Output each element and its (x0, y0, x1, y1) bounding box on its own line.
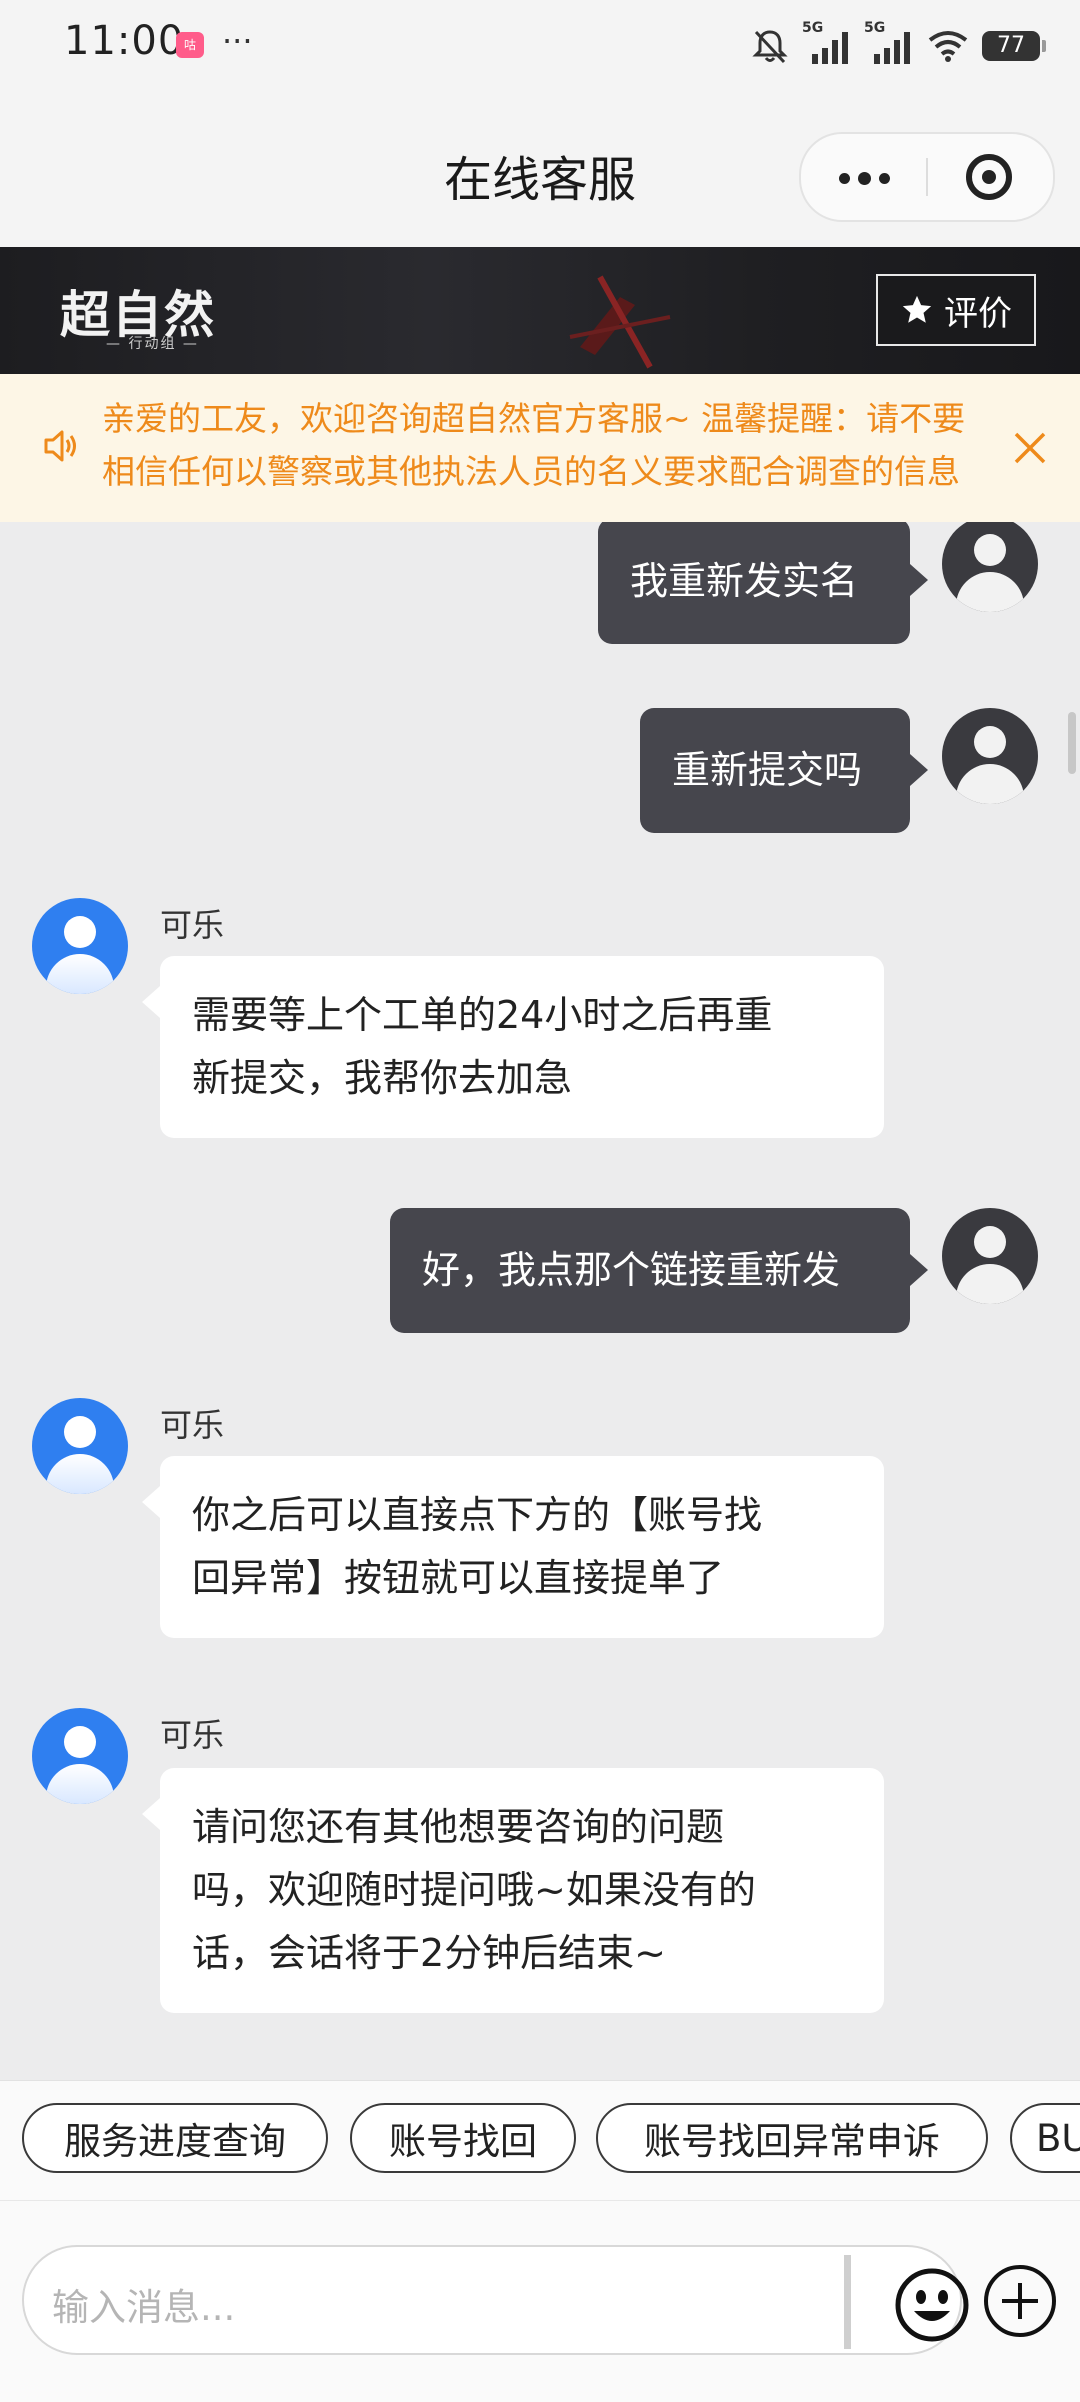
quick-reply-label: 账号找回 (389, 2120, 537, 2163)
message-text: 好，我点那个链接重新发 (422, 1248, 841, 1292)
more-icon-dot (858, 172, 871, 185)
message-text: 我重新发实名 (630, 558, 859, 603)
avatar-body (46, 1764, 114, 1804)
status-time: 11:00 (64, 18, 185, 64)
message-line: 你之后可以直接点下方的【账号找 (192, 1493, 763, 1537)
quick-reply-account-recovery[interactable]: 账号找回 (350, 2103, 576, 2173)
input-bar: 输入消息... (0, 2200, 1080, 2402)
signal-icon-1: 5G (802, 20, 852, 66)
chat-area[interactable]: 我重新发实名 重新提交吗 可乐 需要等上个工单的24小时之后再重 新提交，我帮你… (0, 522, 1080, 2080)
status-bar: 11:00 咕 ··· 5G 5G 77 (0, 0, 1080, 90)
avatar-body (46, 954, 114, 994)
close-miniprogram-button[interactable] (928, 134, 1053, 220)
message-line: 话，会话将于2分钟后结束~ (192, 1931, 667, 1975)
message-line: 吗，欢迎随时提问哦~如果没有的 (192, 1868, 756, 1912)
message-line: 需要等上个工单的24小时之后再重 (192, 993, 773, 1037)
signal-icon-2: 5G (864, 20, 914, 66)
quick-reply-label: 服务进度查询 (64, 2120, 286, 2163)
banner-logo-subtitle: — 行动组 — (106, 336, 199, 352)
avatar-head (974, 726, 1006, 758)
quick-reply-service-progress[interactable]: 服务进度查询 (22, 2103, 328, 2173)
miniprogram-capsule (799, 132, 1055, 222)
input-divider (844, 2255, 851, 2349)
avatar-body (956, 1264, 1024, 1304)
notice-text: 亲爱的工友，欢迎咨询超自然官方客服~ 温馨提醒：请不要相信任何以警察或其他执法人… (102, 399, 966, 491)
agent-avatar[interactable] (32, 1398, 128, 1494)
wifi-icon (928, 31, 968, 62)
speaker-icon (44, 430, 76, 462)
rate-button-label: 评价 (944, 293, 1012, 334)
avatar-body (956, 764, 1024, 804)
close-miniprogram-icon (966, 154, 1012, 200)
message-line: 回异常】按钮就可以直接提单了 (192, 1556, 725, 1600)
quick-reply-bug[interactable]: BU (1010, 2103, 1080, 2173)
agent-name: 可乐 (160, 906, 225, 944)
agent-message-bubble: 你之后可以直接点下方的【账号找 回异常】按钮就可以直接提单了 (142, 1456, 884, 1638)
more-icon-dot (879, 173, 890, 184)
more-icon (839, 173, 850, 184)
quick-reply-bar[interactable]: 服务进度查询 账号找回 账号找回异常申诉 BU (0, 2080, 1080, 2201)
game-banner: 超自然 — 行动组 — 评价 (0, 247, 1080, 374)
agent-name: 可乐 (160, 1716, 225, 1754)
plus-icon[interactable] (982, 2263, 1058, 2339)
mute-icon (752, 30, 788, 64)
chat-scrollbar[interactable] (1068, 712, 1076, 774)
user-message-bubble: 好，我点那个链接重新发 (390, 1208, 928, 1333)
message-line: 请问您还有其他想要咨询的问题 (192, 1805, 725, 1849)
battery-icon: 77 (982, 31, 1046, 61)
avatar-body (46, 1454, 114, 1494)
message-input[interactable]: 输入消息... (22, 2245, 969, 2355)
more-notifications-icon: ··· (222, 22, 253, 60)
user-avatar[interactable] (942, 522, 1038, 612)
banner-decoration-icon (569, 275, 671, 369)
agent-message-bubble: 请问您还有其他想要咨询的问题 吗，欢迎随时提问哦~如果没有的 话，会话将于2分钟… (142, 1768, 884, 2013)
user-message-bubble: 我重新发实名 (598, 522, 928, 644)
emoji-icon[interactable] (894, 2267, 970, 2343)
close-icon[interactable] (1012, 430, 1048, 466)
user-avatar[interactable] (942, 708, 1038, 804)
message-input-placeholder: 输入消息... (52, 2286, 236, 2329)
star-icon (902, 295, 932, 323)
agent-name: 可乐 (160, 1406, 225, 1444)
app-notification-icon: 咕 (176, 32, 204, 58)
user-message-bubble: 重新提交吗 (640, 708, 928, 833)
message-line: 新提交，我帮你去加急 (192, 1056, 573, 1100)
avatar-head (64, 1416, 96, 1448)
avatar-head (974, 1226, 1006, 1258)
quick-reply-recovery-appeal[interactable]: 账号找回异常申诉 (596, 2103, 988, 2173)
agent-message-bubble: 需要等上个工单的24小时之后再重 新提交，我帮你去加急 (142, 956, 884, 1138)
message-text: 重新提交吗 (672, 748, 863, 792)
avatar-head (64, 1726, 96, 1758)
rate-button[interactable]: 评价 (876, 274, 1036, 346)
notice-bar: 亲爱的工友，欢迎咨询超自然官方客服~ 温馨提醒：请不要相信任何以警察或其他执法人… (0, 374, 1080, 522)
quick-reply-label: BU (1036, 2116, 1080, 2160)
avatar-body (956, 572, 1024, 612)
more-button[interactable] (801, 134, 926, 220)
status-icons: 5G 5G 77 (750, 20, 1046, 68)
avatar-head (974, 534, 1006, 566)
user-avatar[interactable] (942, 1208, 1038, 1304)
agent-avatar[interactable] (32, 898, 128, 994)
quick-reply-label: 账号找回异常申诉 (644, 2120, 940, 2163)
avatar-head (64, 916, 96, 948)
agent-avatar[interactable] (32, 1708, 128, 1804)
nav-bar: 在线客服 (0, 90, 1080, 247)
